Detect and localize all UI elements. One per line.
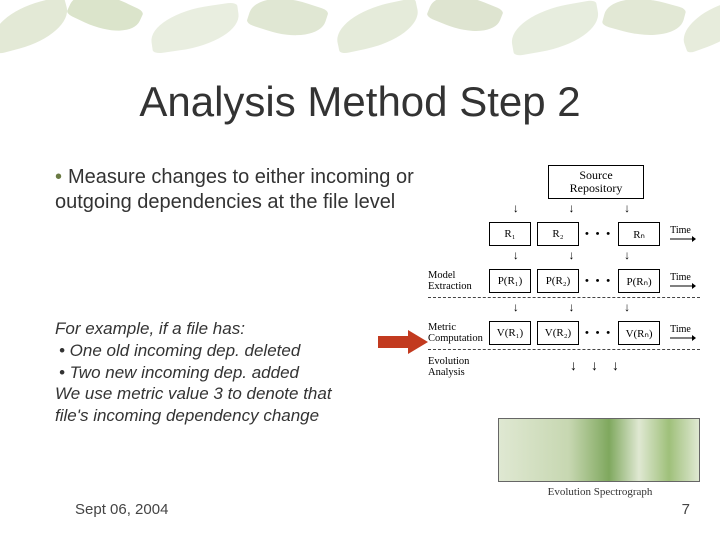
bullet-marker: • bbox=[55, 166, 62, 188]
ellipsis: • • • bbox=[585, 275, 612, 287]
evolution-spectrograph-image bbox=[498, 418, 700, 482]
stage-label-metric: Metric Computation bbox=[428, 322, 483, 344]
vr1-box: V(R₁) bbox=[489, 321, 531, 345]
spectrograph-caption: Evolution Spectrograph bbox=[500, 486, 700, 498]
pr2-box: P(R₂) bbox=[537, 269, 579, 293]
r1-box: R₁ bbox=[489, 222, 531, 246]
time-label: Time bbox=[670, 324, 691, 335]
prn-box: P(Rₙ) bbox=[618, 269, 660, 293]
highlight-arrow-icon bbox=[378, 330, 430, 354]
bullet-block: •Measure changes to either incoming or o… bbox=[55, 165, 415, 215]
ellipsis: • • • bbox=[585, 228, 612, 240]
example-item-2: • Two new incoming dep. added bbox=[59, 362, 435, 384]
bullet-text: Measure changes to either incoming or ou… bbox=[55, 166, 414, 213]
decorative-leaf-border bbox=[0, 0, 720, 60]
slide-title: Analysis Method Step 2 bbox=[0, 78, 720, 126]
ellipsis: • • • bbox=[585, 327, 612, 339]
workflow-figure: Source Repository ↓↓↓ R₁ R₂ • • • Rₙ Tim… bbox=[428, 165, 700, 378]
r2-box: R₂ bbox=[537, 222, 579, 246]
example-tail-1: We use metric value 3 to denote that bbox=[55, 383, 435, 405]
footer-page-number: 7 bbox=[682, 501, 690, 518]
time-label: Time bbox=[670, 272, 691, 283]
vr2-box: V(R₂) bbox=[537, 321, 579, 345]
example-tail-2: file's incoming dependency change bbox=[55, 405, 435, 427]
source-repository-box: Source Repository bbox=[548, 165, 644, 199]
vrn-box: V(Rₙ) bbox=[618, 321, 660, 345]
time-label: Time bbox=[670, 225, 691, 236]
stage-label-evolution: Evolution Analysis bbox=[428, 356, 483, 378]
footer-date: Sept 06, 2004 bbox=[75, 501, 168, 518]
rn-box: Rₙ bbox=[618, 222, 660, 246]
pr1-box: P(R₁) bbox=[489, 269, 531, 293]
stage-label-extraction: Model Extraction bbox=[428, 270, 483, 292]
